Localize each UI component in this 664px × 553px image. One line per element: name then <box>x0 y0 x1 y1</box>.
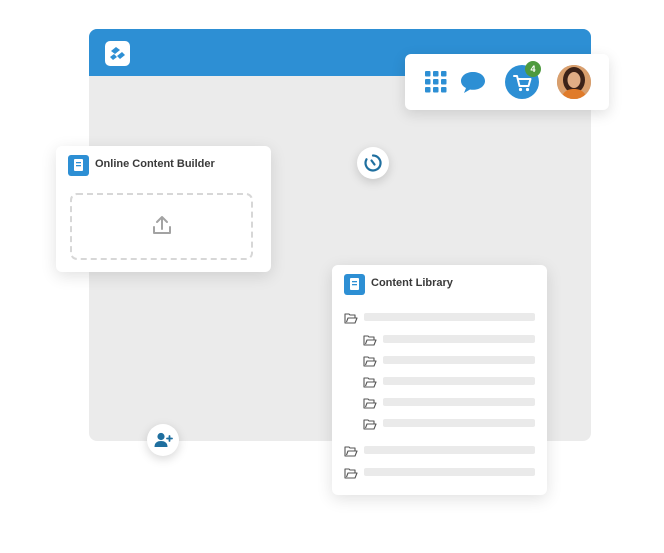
tree-item[interactable] <box>363 354 535 367</box>
app-logo-icon[interactable] <box>105 41 130 66</box>
tree-item-placeholder <box>364 468 535 476</box>
book-icon <box>68 155 89 176</box>
user-avatar[interactable] <box>557 65 591 99</box>
tree-item[interactable] <box>363 375 535 388</box>
tree-item-placeholder <box>383 377 535 385</box>
content-library-card: Content Library <box>332 265 547 495</box>
tree-item-placeholder <box>364 313 535 321</box>
book-icon <box>344 274 365 295</box>
tree-item-placeholder <box>383 398 535 406</box>
upload-dropzone[interactable] <box>70 193 253 260</box>
folder-open-icon <box>344 444 358 457</box>
cart-count-badge: 4 <box>525 61 541 77</box>
folder-open-icon <box>363 396 377 409</box>
tree-item-placeholder <box>383 356 535 364</box>
card-title: Content Library <box>371 277 453 289</box>
folder-open-icon <box>344 311 358 324</box>
folder-open-icon <box>363 417 377 430</box>
tree-item[interactable] <box>363 417 535 430</box>
folder-open-icon <box>344 466 358 479</box>
timer-button[interactable] <box>357 147 389 179</box>
card-title: Online Content Builder <box>95 158 215 170</box>
timer-icon <box>364 154 382 172</box>
tree-item-placeholder <box>364 446 535 454</box>
tree-item-placeholder <box>383 419 535 427</box>
add-user-button[interactable] <box>147 424 179 456</box>
tree-item[interactable] <box>344 311 535 324</box>
folder-open-icon <box>363 354 377 367</box>
upload-icon <box>151 214 173 236</box>
content-builder-card: Online Content Builder <box>56 146 271 272</box>
tree-item[interactable] <box>344 466 535 479</box>
tree-item[interactable] <box>363 396 535 409</box>
folder-open-icon <box>363 333 377 346</box>
folder-open-icon <box>363 375 377 388</box>
apps-grid-icon[interactable] <box>425 71 447 93</box>
tree-item[interactable] <box>344 444 535 457</box>
header-toolbar: 4 <box>405 54 609 110</box>
tree-item[interactable] <box>363 333 535 346</box>
tree-item-placeholder <box>383 335 535 343</box>
chat-icon[interactable] <box>460 70 486 94</box>
add-user-icon <box>154 432 173 447</box>
